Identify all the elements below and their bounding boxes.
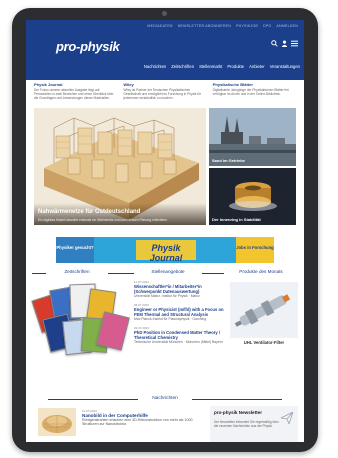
product-image <box>230 282 298 338</box>
job-company: Max Planck-Institut für Plasmaphysik · G… <box>134 317 207 321</box>
teaser-text: Digitalisierte Jahrgänge der Physikalisc… <box>212 88 289 96</box>
header-icons <box>271 40 298 47</box>
job-list: 11.07.2023 Wissenschaftler*in / Mitarbei… <box>134 280 226 349</box>
product-of-month[interactable]: UHL Ventilator-Filter <box>230 282 298 345</box>
teaser-physik-journal[interactable]: Physik Journal Der Fokus unserer aktuell… <box>34 82 117 108</box>
banner-journal-block: Physik Journal <box>136 240 196 263</box>
col-head-zeitschriften[interactable]: Zeitschriften <box>46 269 108 277</box>
banner-right-text: Jobs in Forschung <box>236 237 274 263</box>
filter-device-image <box>230 282 298 338</box>
col-head-produkte[interactable]: Produkte des Monats <box>224 269 298 277</box>
nav-zeitschriften[interactable]: Zeitschriften <box>171 64 194 69</box>
divider <box>202 273 224 274</box>
product-title: UHL Ventilator-Filter <box>243 340 285 345</box>
newsletter-text: Der Newsletter informiert Sie regelmäßig… <box>214 420 279 428</box>
job-company: Technische Universität München · München… <box>134 340 223 344</box>
user-icon[interactable] <box>281 40 288 47</box>
paper-plane-icon <box>281 412 293 424</box>
teaser-physik-blaetter[interactable]: Physikalische Blätter Digitalisierte Jah… <box>213 82 296 108</box>
banner-ad[interactable]: Physiker gesucht? Physik Journal Jobs in… <box>56 237 274 263</box>
newsletter-box[interactable]: pro-physik Newsletter Der Newsletter inf… <box>210 406 298 442</box>
nano-structure-image <box>38 408 76 436</box>
teaser-title: Physikalische Blätter <box>212 82 253 87</box>
job-title: Wissenschaftler*in / Mitarbeiter*in (Sch… <box>134 284 202 294</box>
toplink-dpg[interactable]: DPG <box>263 24 271 28</box>
side-story-rings[interactable]: Der Innenring in Stabilität <box>209 168 296 225</box>
teaser-text: Wiley ist Partner der Deutschen Physikal… <box>123 88 202 100</box>
divider <box>32 273 46 274</box>
main-nav: Nachrichten Zeitschriften Stellenmarkt P… <box>144 64 300 69</box>
teaser-text: Der Fokus unserer aktuellen Ausgabe lieg… <box>34 88 114 100</box>
search-icon[interactable] <box>271 40 278 47</box>
col-head-stellenangebote[interactable]: Stellenangebote <box>134 269 202 277</box>
toplink-physikjob[interactable]: PHYSIKJOB <box>236 24 258 28</box>
job-title: Engineer or Physicist (m/f/d) with a Foc… <box>134 307 224 317</box>
teaser-row: Physik Journal Der Fokus unserer aktuell… <box>34 82 296 108</box>
toplink-login[interactable]: ANMELDEN <box>276 24 298 28</box>
toplink-newsletter[interactable]: NEWSLETTER ABONNIEREN <box>178 24 231 28</box>
nav-stellenmarkt[interactable]: Stellenmarkt <box>199 64 222 69</box>
job-item[interactable]: 03.07.2023 PhD Position in Condensed Mat… <box>134 326 226 344</box>
job-item[interactable]: 05.07.2023 Engineer or Physicist (m/f/d)… <box>134 303 226 321</box>
teaser-wiley[interactable]: Wiley Wiley ist Partner der Deutschen Ph… <box>123 82 206 108</box>
newsletter-title: pro-physik Newsletter <box>214 410 262 415</box>
banner-left-text: Physiker gesucht? <box>56 237 94 263</box>
hero-subtitle: Ein digitales Modell simuliert erstmals … <box>38 218 168 222</box>
divider <box>108 273 134 274</box>
nav-produkte[interactable]: Produkte <box>227 64 244 69</box>
job-item[interactable]: 11.07.2023 Wissenschaftler*in / Mitarbei… <box>134 280 226 298</box>
divider <box>192 399 282 400</box>
side-story-title: Der Innenring in Stabilität <box>212 217 261 222</box>
magazine-covers[interactable] <box>31 282 130 357</box>
nav-veranstaltungen[interactable]: Veranstaltungen <box>270 64 300 69</box>
hero-title: Nahwärmenetze für Ostdeutschland <box>38 209 141 215</box>
news-image[interactable] <box>38 408 76 436</box>
teaser-title: Wiley <box>123 82 134 87</box>
site-logo[interactable]: pro-physik <box>56 39 120 54</box>
side-story-city[interactable]: Sand im Getriebe <box>209 108 296 166</box>
teaser-title: Physik Journal <box>34 82 63 87</box>
menu-icon[interactable] <box>291 40 298 47</box>
news-item[interactable]: 11.07.2023 Nanobild in der Computerhilfe… <box>82 409 194 427</box>
tablet-frame: MEDIADATEN NEWSLETTER ABONNIEREN PHYSIKJ… <box>12 8 318 452</box>
side-story-title: Sand im Getriebe <box>212 158 245 163</box>
top-links: MEDIADATEN NEWSLETTER ABONNIEREN PHYSIKJ… <box>147 24 298 28</box>
camera-dot <box>162 11 167 16</box>
news-text: Röntgenstrahlen erlauben eine 3D-Rekonst… <box>82 418 193 427</box>
job-company: Universität Mainz, Institut für Physik ·… <box>134 294 200 298</box>
browser-screen: MEDIADATEN NEWSLETTER ABONNIEREN PHYSIKJ… <box>26 20 304 442</box>
site-header: MEDIADATEN NEWSLETTER ABONNIEREN PHYSIKJ… <box>26 20 304 80</box>
nav-anbieter[interactable]: Anbieter <box>249 64 265 69</box>
toplink-mediadaten[interactable]: MEDIADATEN <box>147 24 172 28</box>
job-title: PhD Position in Condensed Matter Theory … <box>134 330 221 340</box>
hero-story[interactable]: Nahwärmenetze für Ostdeutschland Ein dig… <box>34 108 206 225</box>
nav-nachrichten[interactable]: Nachrichten <box>144 64 166 69</box>
banner-journal-title: Physik Journal <box>149 243 183 263</box>
